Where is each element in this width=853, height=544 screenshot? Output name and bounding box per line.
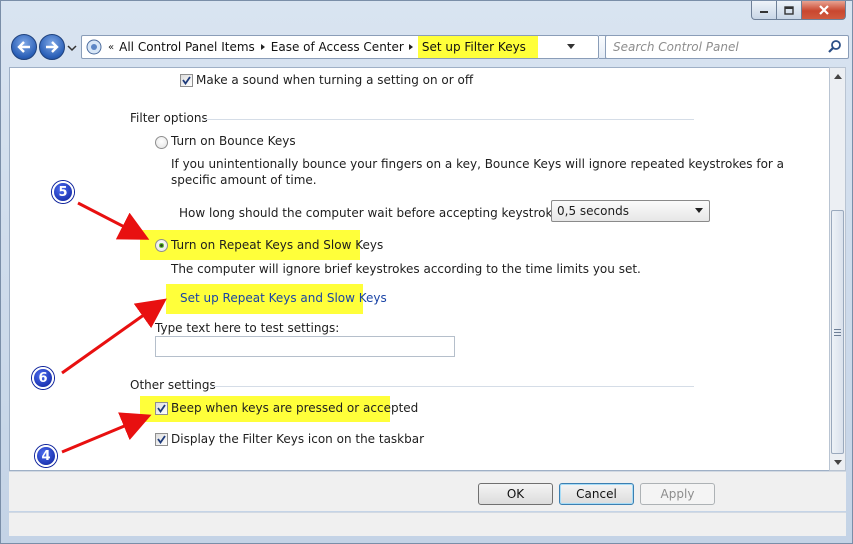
ok-button[interactable]: OK: [478, 483, 553, 505]
repeat-keys-setup-link[interactable]: Set up Repeat Keys and Slow Keys: [180, 291, 387, 305]
annotation-badge-5: 5: [52, 181, 74, 203]
repeat-keys-description: The computer will ignore brief keystroke…: [171, 262, 641, 276]
breadcrumb-chevron-icon[interactable]: [404, 42, 418, 52]
display-icon-label: Display the Filter Keys icon on the task…: [171, 432, 425, 446]
breadcrumb-all-control-panel-items[interactable]: All Control Panel Items: [119, 40, 255, 54]
beep-checkbox[interactable]: [155, 402, 168, 415]
scroll-up-icon: [833, 73, 842, 79]
display-icon-checkbox[interactable]: [155, 433, 168, 446]
make-sound-checkbox[interactable]: [180, 74, 193, 87]
group-divider: [204, 119, 694, 120]
filter-options-heading: Filter options: [130, 111, 208, 125]
annotation-badge-6: 6: [32, 367, 54, 389]
search-box[interactable]: Search Control Panel: [605, 35, 849, 59]
back-arrow-icon: [17, 41, 30, 53]
beep-label: Beep when keys are pressed or accepted: [171, 401, 419, 415]
dialog-footer: OK Cancel Apply: [9, 471, 846, 511]
vertical-scrollbar[interactable]: [829, 67, 846, 471]
breadcrumb-overflow[interactable]: «: [108, 42, 114, 53]
maximize-button[interactable]: [777, 1, 802, 20]
forward-arrow-icon: [46, 41, 59, 53]
maximize-icon: [784, 5, 794, 15]
close-button[interactable]: [802, 1, 846, 20]
make-sound-label: Make a sound when turning a setting on o…: [196, 73, 474, 87]
window: « All Control Panel Items Ease of Access…: [0, 0, 853, 544]
bounce-keys-label: Turn on Bounce Keys: [171, 134, 296, 148]
breadcrumb-chevron-icon[interactable]: [255, 42, 271, 52]
caption-buttons: [751, 1, 846, 21]
content-pane: Make a sound when turning a setting on o…: [9, 67, 829, 471]
grip-icon: [834, 328, 841, 336]
test-settings-input[interactable]: [155, 336, 455, 357]
back-button[interactable]: [11, 34, 37, 60]
control-panel-icon: [86, 39, 102, 55]
annotation-badge-4: 4: [35, 445, 57, 467]
address-bar[interactable]: « All Control Panel Items Ease of Access…: [81, 35, 599, 59]
other-settings-heading: Other settings: [130, 378, 216, 392]
cancel-button[interactable]: Cancel: [559, 483, 634, 505]
apply-button[interactable]: Apply: [640, 483, 715, 505]
close-icon: [818, 5, 829, 15]
wait-time-dropdown[interactable]: 0,5 seconds: [551, 200, 710, 222]
group-divider: [212, 386, 694, 387]
bounce-keys-description: If you unintentionally bounce your finge…: [171, 157, 785, 171]
address-dropdown-icon[interactable]: [566, 43, 576, 51]
navigation-bar: « All Control Panel Items Ease of Access…: [9, 31, 849, 63]
radio-selected-dot: [159, 243, 164, 248]
recent-pages-dropdown[interactable]: [67, 43, 77, 53]
chevron-down-icon: [695, 208, 703, 213]
scroll-down-button[interactable]: [830, 454, 845, 470]
repeat-keys-radio[interactable]: [155, 239, 168, 252]
checkmark-icon: [157, 435, 166, 444]
repeat-keys-label: Turn on Repeat Keys and Slow Keys: [171, 238, 384, 252]
search-input[interactable]: Search Control Panel: [606, 40, 827, 54]
minimize-button[interactable]: [751, 1, 777, 20]
forward-button[interactable]: [39, 34, 65, 60]
search-icon[interactable]: [827, 39, 843, 55]
status-bar: [9, 512, 846, 536]
minimize-icon: [760, 11, 768, 13]
wait-question-label: How long should the computer wait before…: [179, 206, 573, 220]
checkmark-icon: [182, 76, 191, 85]
wait-time-value: 0,5 seconds: [557, 204, 629, 218]
scrollbar-thumb[interactable]: [831, 210, 844, 454]
breadcrumb-ease-of-access-center[interactable]: Ease of Access Center: [271, 40, 404, 54]
test-settings-label: Type text here to test settings:: [155, 321, 340, 335]
checkmark-icon: [157, 404, 166, 413]
bounce-keys-description-cont: specific amount of time.: [171, 173, 317, 187]
breadcrumb-set-up-filter-keys[interactable]: Set up Filter Keys: [417, 36, 538, 58]
bounce-keys-radio[interactable]: [155, 136, 168, 149]
scroll-up-button[interactable]: [830, 68, 845, 84]
scroll-down-icon: [833, 459, 842, 465]
